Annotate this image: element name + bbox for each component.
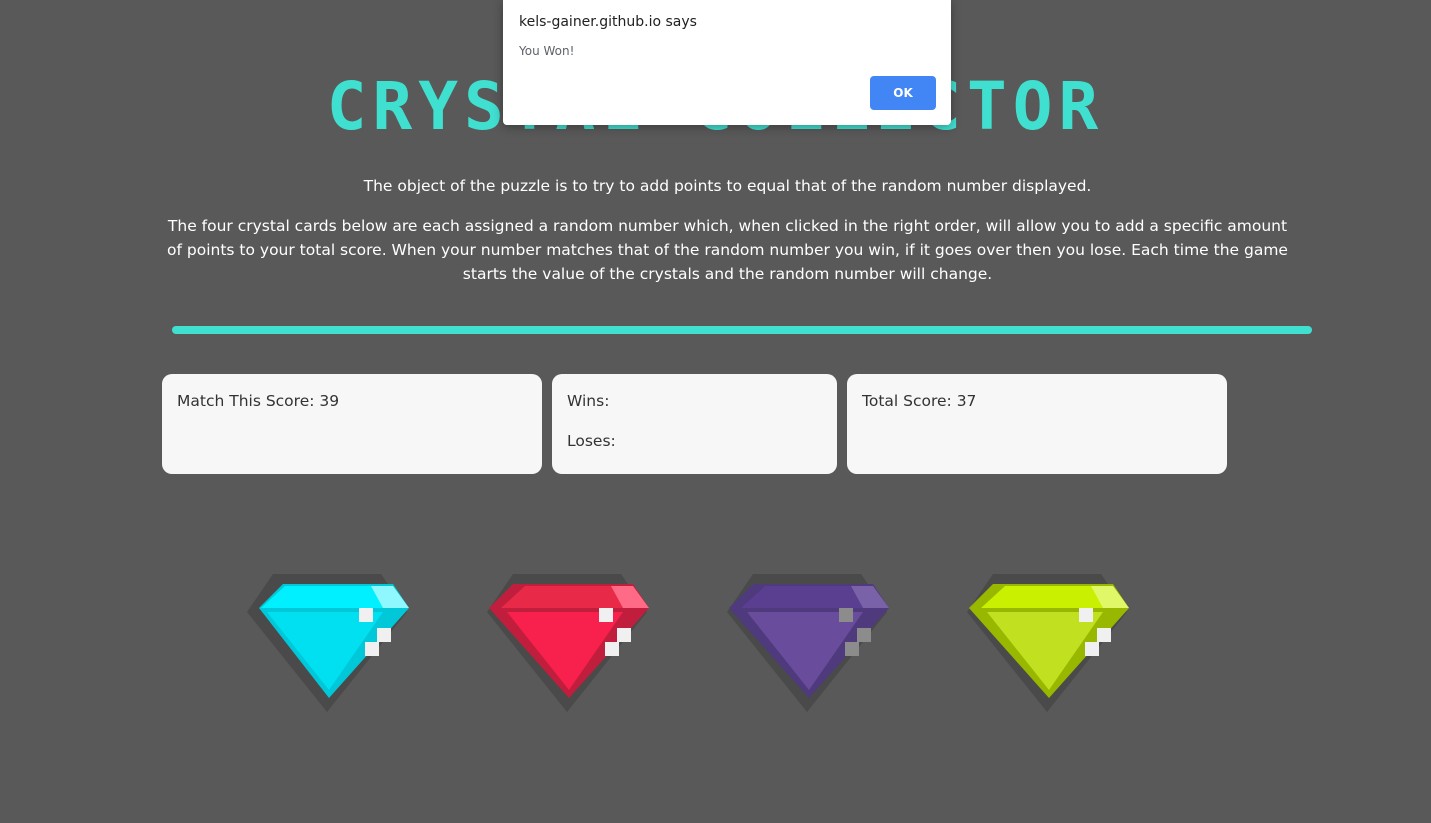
wins-text: Wins: bbox=[567, 392, 610, 410]
alert-dialog: kels-gainer.github.io says You Won! OK bbox=[503, 0, 951, 125]
ok-button[interactable]: OK bbox=[870, 76, 936, 110]
red-crystal[interactable] bbox=[473, 572, 661, 716]
instructions: The object of the puzzle is to try to ad… bbox=[160, 174, 1295, 302]
dialog-origin: kels-gainer.github.io says bbox=[519, 14, 697, 30]
gem-icon bbox=[727, 574, 889, 712]
target-score-text: Match This Score: 39 bbox=[177, 392, 340, 410]
page: CRYSTAL COLLECTOR The object of the puzz… bbox=[0, 0, 1431, 823]
instructions-paragraph-1: The object of the puzzle is to try to ad… bbox=[363, 177, 1092, 195]
target-score-card: Match This Score: 39 bbox=[162, 374, 542, 474]
wins-losses-card: Wins: Loses: bbox=[552, 374, 837, 474]
total-score-text: Total Score: 37 bbox=[862, 392, 977, 410]
instructions-paragraph-2: The four crystal cards below are each as… bbox=[167, 217, 1288, 283]
gem-icon bbox=[487, 574, 649, 712]
purple-crystal[interactable] bbox=[713, 572, 901, 716]
cyan-crystal[interactable] bbox=[233, 572, 421, 716]
gem-icon bbox=[967, 574, 1129, 712]
gem-icon bbox=[247, 574, 409, 712]
total-score-card: Total Score: 37 bbox=[847, 374, 1227, 474]
divider bbox=[172, 326, 1312, 334]
yellow-crystal[interactable] bbox=[953, 572, 1141, 716]
losses-text: Loses: bbox=[567, 432, 616, 450]
dialog-message: You Won! bbox=[519, 44, 575, 58]
